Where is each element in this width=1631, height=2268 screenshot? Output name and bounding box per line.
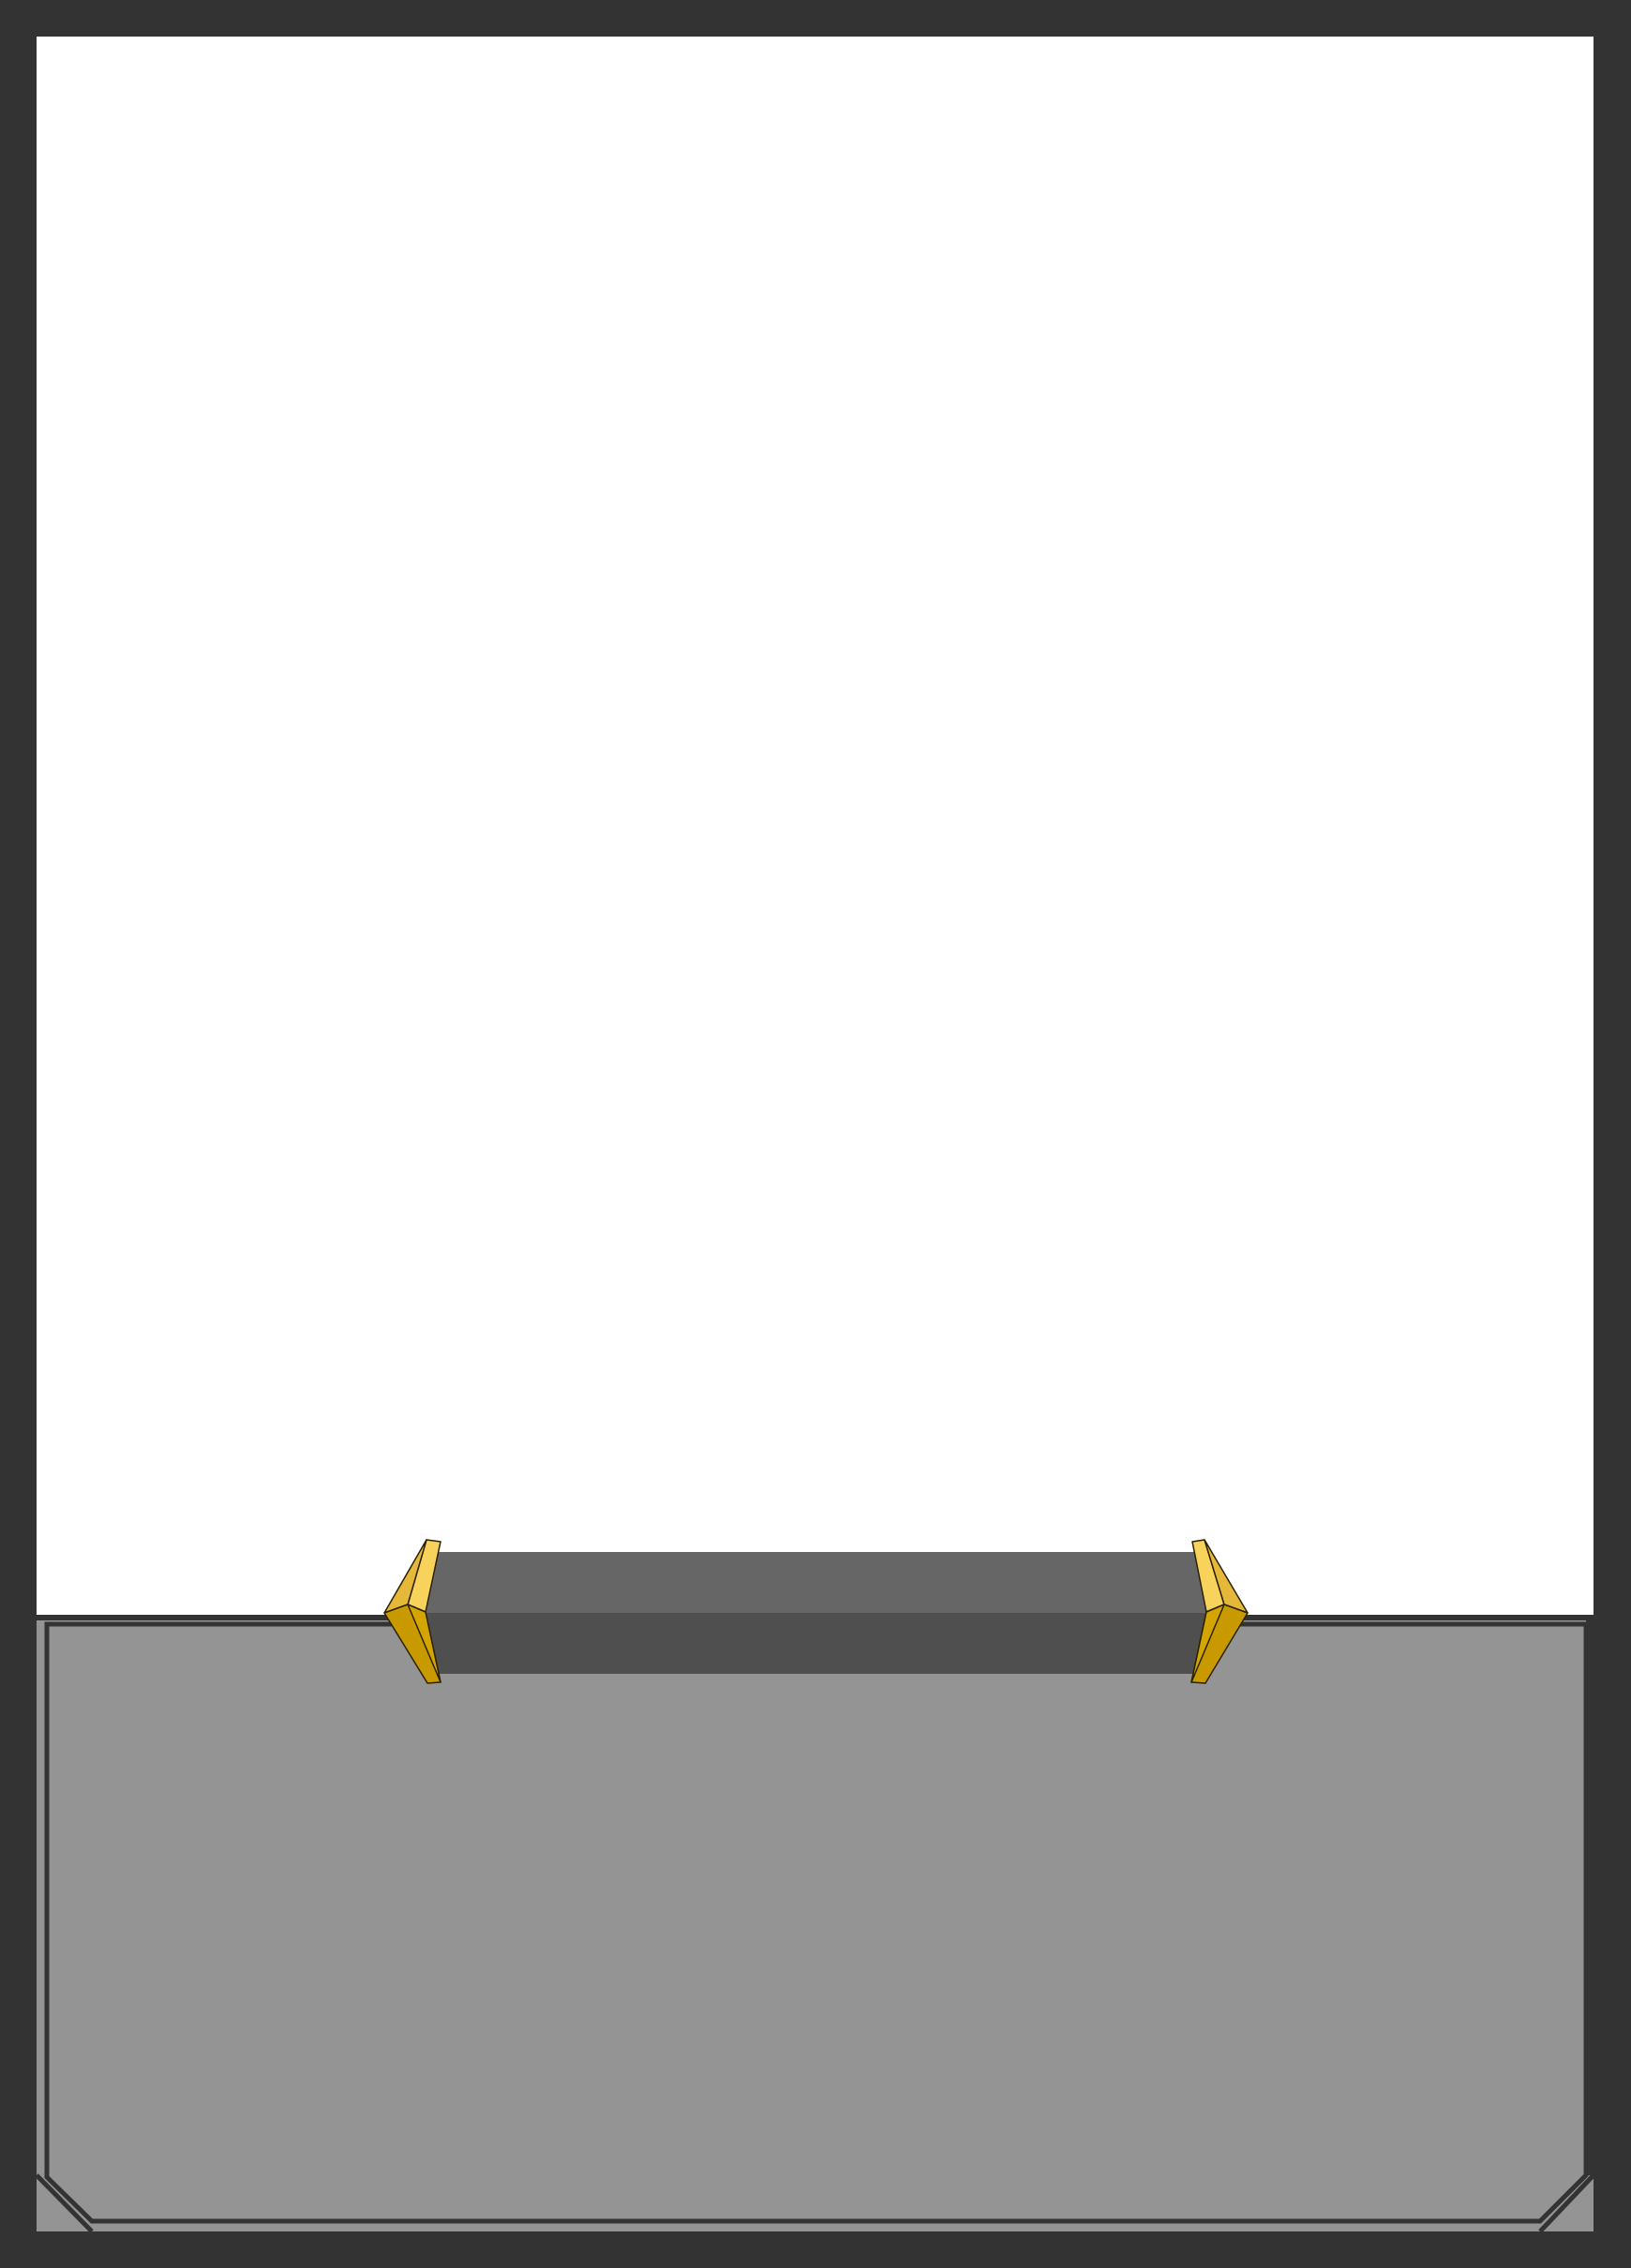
art-area (37, 37, 1594, 1615)
title-banner (426, 1552, 1206, 1674)
card-frame (0, 0, 1631, 2268)
text-box (35, 1615, 1597, 2233)
